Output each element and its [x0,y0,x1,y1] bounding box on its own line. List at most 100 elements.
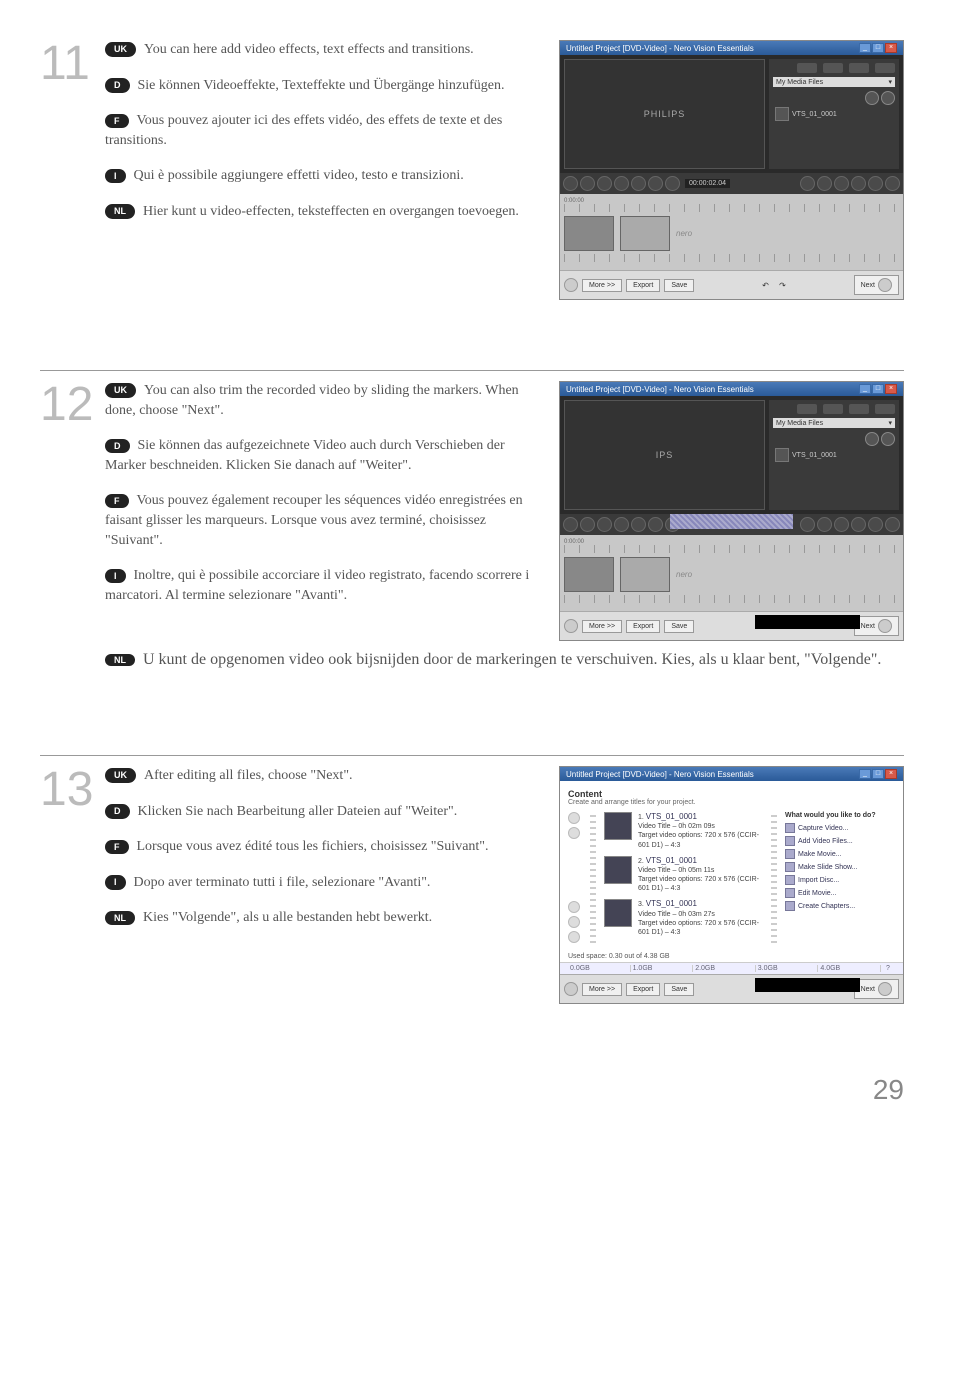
effect-button[interactable] [851,517,866,532]
maximize-icon[interactable]: □ [872,384,884,394]
instructions-column: UKYou can here add video effects, text e… [105,40,539,300]
effect-button[interactable] [800,517,815,532]
export-button[interactable]: Export [626,620,660,633]
minimize-icon[interactable]: _ [859,769,871,779]
text-d: Sie können Videoeffekte, Texteffekte und… [138,78,505,93]
action-link[interactable]: Import Disc... [785,875,895,885]
effect-button[interactable] [800,176,815,191]
text-i: Inoltre, qui è possibile accorciare il v… [105,568,529,603]
strip-button[interactable] [568,812,580,824]
screenshot-13: Untitled Project [DVD-Video] - Nero Visi… [559,766,904,1004]
lang-pill-nl: NL [105,654,135,666]
trim-region[interactable] [670,514,793,529]
disc-usage-bar: 0.0GB 1.0GB 2.0GB 3.0GB 4.0GB ? [560,962,903,974]
action-link[interactable]: Make Slide Show... [785,862,895,872]
media-dropdown[interactable]: My Media Files▾ [773,418,895,428]
minimize-icon[interactable]: _ [859,384,871,394]
action-link[interactable]: Make Movie... [785,849,895,859]
timeline[interactable]: 0:00:00 nero [560,535,903,611]
help-icon[interactable] [564,619,578,633]
tool-button[interactable] [563,517,578,532]
maximize-icon[interactable]: □ [872,769,884,779]
text-nl: Hier kunt u video-effecten, teksteffecte… [143,204,519,219]
tool-button[interactable] [648,176,663,191]
export-button[interactable]: Export [626,983,660,996]
strip-button[interactable] [568,827,580,839]
maximize-icon[interactable]: □ [872,43,884,53]
effect-button[interactable] [817,176,832,191]
next-button[interactable]: Next [854,979,899,999]
close-icon[interactable]: × [885,769,897,779]
tool-button[interactable] [563,176,578,191]
tool-button[interactable] [648,517,663,532]
more-button[interactable]: More >> [582,279,622,292]
effect-button[interactable] [885,176,900,191]
tool-button[interactable] [580,176,595,191]
help-icon[interactable] [564,982,578,996]
close-icon[interactable]: × [885,384,897,394]
action-link[interactable]: Capture Video... [785,823,895,833]
timeline-clip-empty[interactable] [620,216,670,251]
effect-button[interactable] [834,176,849,191]
tool-button[interactable] [597,176,612,191]
text-d: Sie können das aufgezeichnete Video auch… [105,438,505,473]
media-btn[interactable] [865,432,879,446]
effect-button[interactable] [868,517,883,532]
help-icon[interactable] [564,278,578,292]
effect-button[interactable] [868,176,883,191]
effect-button[interactable] [817,517,832,532]
media-btn[interactable] [881,432,895,446]
next-button[interactable]: Next [854,616,899,636]
lang-pill-uk: UK [105,768,136,783]
redo-icon[interactable]: ↷ [779,281,786,290]
close-icon[interactable]: × [885,43,897,53]
timeline[interactable]: 0:00:00 nero [560,194,903,270]
text-i: Dopo aver terminato tutti i file, selezi… [134,875,431,890]
export-button[interactable]: Export [626,279,660,292]
timeline-clip[interactable] [564,216,614,251]
undo-icon[interactable]: ↶ [762,281,769,290]
text-uk: You can here add video effects, text eff… [144,42,474,57]
text-i: Qui è possibile aggiungere effetti video… [134,168,464,183]
next-button[interactable]: Next [854,275,899,295]
media-file-item[interactable]: VTS_01_0001 [773,446,895,464]
text-d: Klicken Sie nach Bearbeitung aller Datei… [138,804,458,819]
tool-button[interactable] [631,517,646,532]
window-titlebar: Untitled Project [DVD-Video] - Nero Visi… [560,41,903,55]
tool-button[interactable] [614,176,629,191]
title-item[interactable]: 1. VTS_01_0001Video Title – 0h 02m 09sTa… [604,812,763,850]
media-file-item[interactable]: VTS_01_0001 [773,105,895,123]
save-button[interactable]: Save [664,279,694,292]
minimize-icon[interactable]: _ [859,43,871,53]
media-btn[interactable] [881,91,895,105]
media-btn[interactable] [865,91,879,105]
tool-button[interactable] [580,517,595,532]
save-button[interactable]: Save [664,620,694,633]
strip-button[interactable] [568,916,580,928]
title-item[interactable]: 3. VTS_01_0001Video Title – 0h 03m 27sTa… [604,899,763,937]
timeline-clip-empty[interactable] [620,557,670,592]
lang-pill-f: F [105,114,129,129]
lang-pill-d: D [105,439,130,454]
strip-button[interactable] [568,931,580,943]
effect-button[interactable] [851,176,866,191]
add-files-icon [785,836,795,846]
more-button[interactable]: More >> [582,620,622,633]
strip-button[interactable] [568,901,580,913]
timeline-clip[interactable] [564,557,614,592]
save-button[interactable]: Save [664,983,694,996]
tool-button[interactable] [631,176,646,191]
action-link[interactable]: Add Video Files... [785,836,895,846]
action-link[interactable]: Edit Movie... [785,888,895,898]
action-link[interactable]: Create Chapters... [785,901,895,911]
title-item[interactable]: 2. VTS_01_0001Video Title – 0h 05m 11sTa… [604,856,763,894]
tool-button[interactable] [614,517,629,532]
effect-button[interactable] [885,517,900,532]
more-button[interactable]: More >> [582,983,622,996]
lang-pill-f: F [105,840,129,855]
tool-button[interactable] [597,517,612,532]
media-browser: My Media Files▾ VTS_01_0001 [769,400,899,510]
effect-button[interactable] [834,517,849,532]
tool-button[interactable] [665,176,680,191]
media-dropdown[interactable]: My Media Files▾ [773,77,895,87]
